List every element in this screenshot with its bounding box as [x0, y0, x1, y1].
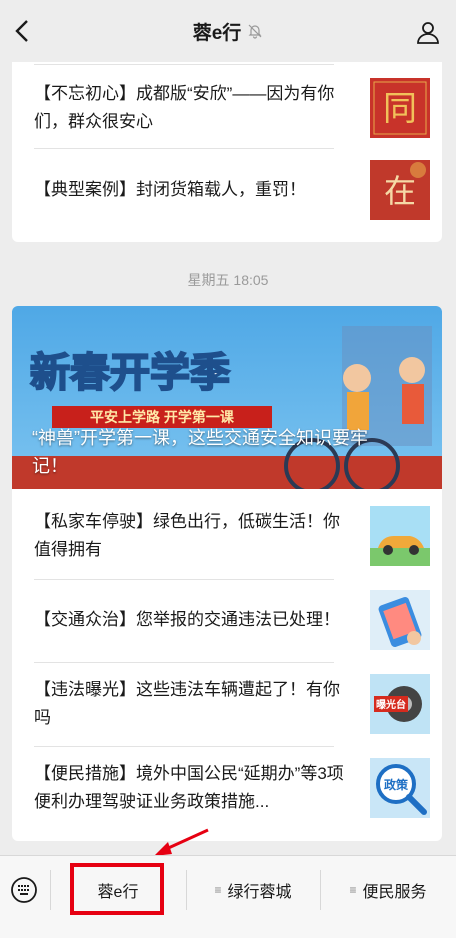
menu-button-bianmin[interactable]: ≡ 便民服务	[320, 870, 456, 910]
annotation-highlight-box	[70, 863, 164, 915]
article-thumbnail: 同	[370, 78, 430, 138]
article-item[interactable]: 【交通众治】您举报的交通违法已处理！	[34, 588, 430, 652]
phone-report-thumbnail	[370, 590, 430, 650]
back-arrow-icon[interactable]	[12, 18, 34, 44]
article-thumbnail: 在	[370, 160, 430, 220]
policy-thumbnail: 政策	[370, 758, 430, 818]
banner[interactable]: 新春开学季 平安上学路 开学第一课 “神兽”开学第一课，这些交通安全知识要牢记！	[12, 306, 442, 494]
chat-title-text: 蓉e行	[192, 22, 242, 44]
thumbnail-char: 在	[384, 172, 416, 210]
banner-caption: “神兽”开学第一课，这些交通安全知识要牢记！	[32, 428, 368, 476]
article-item[interactable]: 【私家车停驶】绿色出行，低碳生活！你值得拥有	[34, 504, 430, 568]
profile-icon[interactable]	[416, 20, 440, 44]
nav-bar: 蓉e行	[0, 0, 456, 62]
article-title: 【便民措施】境外中国公民“延期办”等3项便利办理驾驶证业务政策措施...	[34, 764, 344, 811]
message-timestamp: 星期五 18:05	[187, 272, 269, 288]
thumbnail-label: 曝光台	[376, 698, 406, 711]
submenu-icon: ≡	[349, 883, 357, 897]
submenu-icon: ≡	[214, 883, 222, 897]
keyboard-icon[interactable]	[10, 876, 38, 904]
article-item[interactable]: 【便民措施】境外中国公民“延期办”等3项便利办理驾驶证业务政策措施... 政策	[34, 756, 430, 820]
banner-subtitle: 平安上学路 开学第一课	[90, 409, 235, 425]
article-title: 【不忘初心】成都版“安欣”——因为有你们，群众很安心	[34, 84, 335, 131]
thumbnail-char: 同	[383, 89, 417, 129]
menu-label: 绿行蓉城	[227, 884, 292, 901]
exposure-thumbnail: 曝光台	[370, 674, 430, 734]
divider	[34, 662, 334, 663]
article-item[interactable]: 【违法曝光】这些违法车辆遭起了！有你吗 曝光台	[34, 672, 430, 736]
divider	[34, 148, 334, 149]
article-title: 【交通众治】您举报的交通违法已处理！	[34, 610, 340, 629]
car-thumbnail	[370, 506, 430, 566]
thumbnail-label: 政策	[384, 777, 409, 792]
banner-title: 新春开学季	[30, 351, 230, 395]
divider	[34, 64, 334, 65]
divider	[34, 579, 334, 580]
article-title: 【私家车停驶】绿色出行，低碳生活！你值得拥有	[34, 512, 340, 559]
divider	[34, 746, 334, 747]
article-item[interactable]: 【不忘初心】成都版“安欣”——因为有你们，群众很安心 同	[34, 76, 430, 140]
article-title: 【典型案例】封闭货箱载人，重罚！	[34, 180, 306, 199]
article-card-1: 【不忘初心】成都版“安欣”——因为有你们，群众很安心 同 【典型案例】封闭货箱载…	[12, 62, 442, 242]
article-title: 【违法曝光】这些违法车辆遭起了！有你吗	[34, 680, 340, 727]
menu-label: 便民服务	[362, 884, 427, 901]
article-item[interactable]: 【典型案例】封闭货箱载人，重罚！ 在	[34, 158, 430, 222]
chat-title: 蓉e行	[193, 18, 264, 45]
article-card-2: 新春开学季 平安上学路 开学第一课 “神兽”开学第一课，这些交通安全知识要牢记！…	[12, 306, 442, 841]
bottom-menu-bar: 蓉e行 ≡ 绿行蓉城 ≡ 便民服务	[0, 855, 456, 938]
muted-bell-icon	[248, 24, 262, 39]
menu-button-lvxing[interactable]: ≡ 绿行蓉城	[186, 870, 320, 910]
